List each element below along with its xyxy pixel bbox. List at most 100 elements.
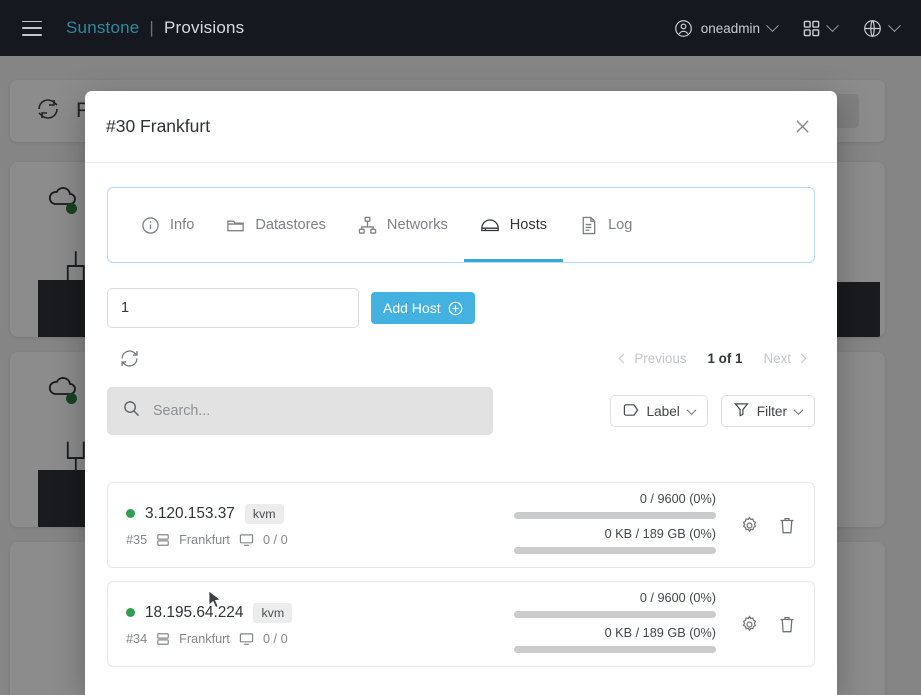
close-icon[interactable] bbox=[789, 114, 815, 140]
tab-label: Datastores bbox=[255, 217, 326, 233]
tab-hosts[interactable]: Hosts bbox=[463, 188, 564, 262]
status-badge bbox=[126, 509, 135, 518]
host-id: #35 bbox=[126, 532, 148, 547]
search-placeholder: Search... bbox=[153, 403, 211, 419]
memory-usage-label: 0 KB / 189 GB (0%) bbox=[604, 527, 716, 541]
host-info: 3.120.153.37 kvm #35 Frankfurt 0 / 0 bbox=[126, 503, 288, 547]
host-secondary-row: #34 Frankfurt 0 / 0 bbox=[126, 632, 292, 646]
plus-circle-icon bbox=[448, 301, 463, 316]
tab-label: Info bbox=[170, 217, 195, 233]
search-icon bbox=[123, 400, 140, 422]
app-root: P ⑃ ✓ bbox=[0, 0, 921, 695]
previous-label: Previous bbox=[634, 350, 687, 366]
host-actions bbox=[738, 613, 798, 635]
host-ip: 18.195.64.224 bbox=[145, 603, 244, 621]
host-metrics: 0 / 9600 (0%) 0 KB / 189 GB (0%) bbox=[514, 492, 716, 558]
refresh-icon[interactable] bbox=[116, 345, 142, 371]
hamburger-icon[interactable] bbox=[22, 20, 42, 36]
next-label: Next bbox=[763, 350, 791, 366]
tab-label: Hosts bbox=[509, 217, 548, 233]
search-input[interactable]: Search... bbox=[107, 387, 493, 435]
tab-log[interactable]: Log bbox=[563, 188, 648, 262]
label-button-text: Label bbox=[646, 403, 680, 419]
modal-tabs: Info Datastores Networks Hosts Log bbox=[107, 187, 815, 263]
navbar-actions: oneadmin bbox=[674, 18, 901, 38]
user-menu-label: oneadmin bbox=[700, 20, 760, 36]
add-host-label: Add Host bbox=[383, 300, 441, 316]
tab-datastores[interactable]: Datastores bbox=[210, 188, 342, 262]
gear-icon[interactable] bbox=[738, 613, 760, 635]
add-host-row: Add Host bbox=[107, 288, 815, 328]
trash-icon[interactable] bbox=[776, 613, 798, 635]
trash-icon[interactable] bbox=[776, 514, 798, 536]
chevron-down-icon bbox=[888, 18, 901, 32]
cluster-name: Frankfurt bbox=[179, 631, 230, 646]
user-circle-icon bbox=[674, 19, 693, 38]
previous-page-button[interactable]: Previous bbox=[618, 350, 687, 366]
cpu-usage-bar bbox=[514, 510, 716, 523]
chevron-right-icon bbox=[796, 353, 807, 363]
chevron-down-icon bbox=[793, 404, 804, 415]
cpu-usage-label: 0 / 9600 (0%) bbox=[639, 591, 716, 605]
pagination: Previous 1 of 1 Next bbox=[618, 350, 815, 366]
server-icon bbox=[480, 215, 500, 235]
memory-usage-bar bbox=[514, 644, 716, 657]
page-count: 1 of 1 bbox=[707, 350, 743, 366]
brand-primary: Sunstone bbox=[66, 18, 140, 37]
hypervisor-badge: kvm bbox=[253, 602, 293, 623]
chevron-left-icon bbox=[618, 353, 629, 363]
brand-separator: | bbox=[149, 18, 154, 37]
funnel-icon bbox=[733, 402, 749, 420]
tab-info[interactable]: Info bbox=[125, 188, 210, 262]
chevron-down-icon bbox=[766, 18, 779, 32]
host-metrics: 0 / 9600 (0%) 0 KB / 189 GB (0%) bbox=[514, 591, 716, 657]
host-primary-row: 18.195.64.224 kvm bbox=[126, 602, 293, 623]
user-menu[interactable]: oneadmin bbox=[674, 18, 779, 38]
modal-title: #30 Frankfurt bbox=[106, 116, 211, 136]
host-metrics-area: 0 / 9600 (0%) 0 KB / 189 GB (0%) bbox=[514, 591, 798, 657]
cluster-name: Frankfurt bbox=[179, 532, 230, 547]
top-navbar: Sunstone | Provisions oneadmin bbox=[0, 0, 921, 56]
table-row[interactable]: 18.195.64.224 kvm #34 Frankfurt 0 / 0 0 … bbox=[107, 581, 815, 667]
modal-body: Info Datastores Networks Hosts Log 1 Add… bbox=[85, 163, 837, 667]
host-secondary-row: #35 Frankfurt 0 / 0 bbox=[126, 533, 288, 547]
folder-icon bbox=[226, 216, 245, 235]
filter-button[interactable]: Filter bbox=[720, 395, 815, 427]
tab-label: Log bbox=[608, 217, 633, 233]
host-primary-row: 3.120.153.37 kvm bbox=[126, 503, 288, 524]
info-circle-icon bbox=[141, 216, 160, 235]
gear-icon[interactable] bbox=[738, 514, 760, 536]
host-ip: 3.120.153.37 bbox=[145, 504, 235, 522]
chevron-down-icon bbox=[826, 18, 839, 32]
language-menu[interactable] bbox=[863, 18, 901, 38]
tab-networks[interactable]: Networks bbox=[342, 188, 464, 262]
filter-buttons: Label Filter bbox=[609, 395, 815, 427]
tag-icon bbox=[623, 403, 639, 420]
brand: Sunstone | Provisions bbox=[66, 18, 244, 38]
monitor-icon bbox=[239, 533, 254, 547]
label-button[interactable]: Label bbox=[609, 395, 708, 427]
cluster-icon bbox=[156, 632, 170, 646]
memory-usage-label: 0 KB / 189 GB (0%) bbox=[604, 626, 716, 640]
hypervisor-badge: kvm bbox=[244, 503, 284, 524]
host-list: 3.120.153.37 kvm #35 Frankfurt 0 / 0 0 /… bbox=[107, 482, 815, 667]
cpu-usage-label: 0 / 9600 (0%) bbox=[639, 492, 716, 506]
add-host-button[interactable]: Add Host bbox=[371, 292, 475, 324]
memory-usage-bar bbox=[514, 545, 716, 558]
table-row[interactable]: 3.120.153.37 kvm #35 Frankfurt 0 / 0 0 /… bbox=[107, 482, 815, 568]
grid-apps-icon bbox=[803, 20, 820, 37]
network-tree-icon bbox=[358, 216, 377, 235]
globe-icon bbox=[863, 19, 882, 38]
host-metrics-area: 0 / 9600 (0%) 0 KB / 189 GB (0%) bbox=[514, 492, 798, 558]
apps-menu[interactable] bbox=[803, 18, 839, 37]
brand-secondary: Provisions bbox=[163, 18, 245, 37]
next-page-button[interactable]: Next bbox=[763, 350, 807, 366]
vm-count: 0 / 0 bbox=[262, 532, 288, 547]
host-id: #34 bbox=[126, 631, 148, 646]
cluster-icon bbox=[156, 533, 170, 547]
list-toolbar: Previous 1 of 1 Next bbox=[107, 345, 815, 371]
status-badge bbox=[126, 608, 135, 617]
vm-count: 0 / 0 bbox=[262, 631, 288, 646]
host-count-input[interactable] bbox=[107, 288, 359, 328]
chevron-down-icon bbox=[686, 404, 697, 415]
